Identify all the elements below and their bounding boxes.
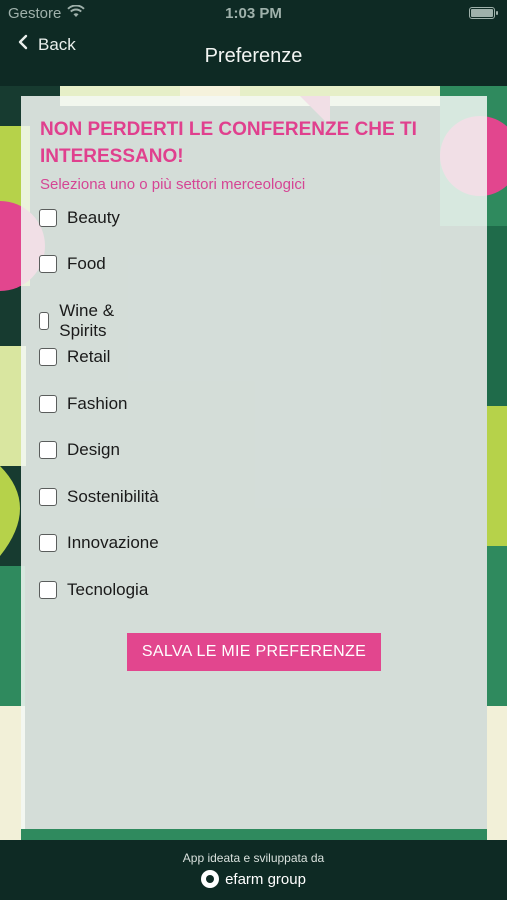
brand-logo-group: efarm group (0, 870, 507, 888)
checkbox[interactable] (39, 488, 57, 506)
clock: 1:03 PM (225, 5, 282, 22)
option-tecnologia[interactable]: Tecnologia (39, 580, 148, 600)
option-label: Retail (67, 347, 111, 366)
option-wine-spirits[interactable]: Wine & Spirits (39, 301, 114, 341)
checkbox[interactable] (39, 312, 50, 330)
checkbox[interactable] (39, 534, 57, 552)
option-beauty[interactable]: Beauty (39, 208, 120, 228)
option-label: Fashion (67, 394, 128, 413)
efarm-logo-icon (201, 870, 220, 888)
checkbox[interactable] (39, 581, 57, 599)
option-sostenibilita[interactable]: Sostenibilità (39, 487, 159, 507)
option-fashion[interactable]: Fashion (39, 394, 127, 414)
checkbox[interactable] (39, 255, 57, 273)
navigation-bar: Back Preferenze (0, 28, 507, 86)
brand-name: efarm group (225, 870, 306, 888)
card-subheading: Seleziona uno o più settori merceologici (40, 176, 306, 193)
option-label: Tecnologia (67, 580, 149, 599)
checkbox[interactable] (39, 441, 57, 459)
checkbox[interactable] (39, 395, 57, 413)
option-label: Sostenibilità (67, 487, 159, 506)
option-label: Beauty (67, 208, 120, 227)
preferences-card: NON PERDERTI LE CONFERENZE CHE TI INTERE… (21, 96, 487, 829)
page-title: Preferenze (204, 45, 303, 67)
option-label: Design (67, 440, 120, 459)
checkbox[interactable] (39, 209, 57, 227)
option-retail[interactable]: Retail (39, 347, 110, 367)
option-design[interactable]: Design (39, 440, 120, 460)
save-preferences-button[interactable]: SALVA LE MIE PREFERENZE (127, 633, 381, 671)
checkbox[interactable] (39, 348, 57, 366)
battery-icon (469, 7, 498, 19)
option-food[interactable]: Food (39, 254, 106, 274)
option-label: Wine & Spirits (59, 301, 115, 340)
option-label: Food (67, 254, 106, 273)
status-bar: Gestore 1:03 PM (0, 0, 507, 28)
footer: App ideata e sviluppata da efarm group (0, 840, 507, 900)
footer-credit: App ideata e sviluppata da (182, 851, 325, 865)
option-innovazione[interactable]: Innovazione (39, 533, 159, 553)
card-heading: NON PERDERTI LE CONFERENZE CHE TI INTERE… (40, 119, 417, 167)
option-label: Innovazione (67, 533, 159, 552)
